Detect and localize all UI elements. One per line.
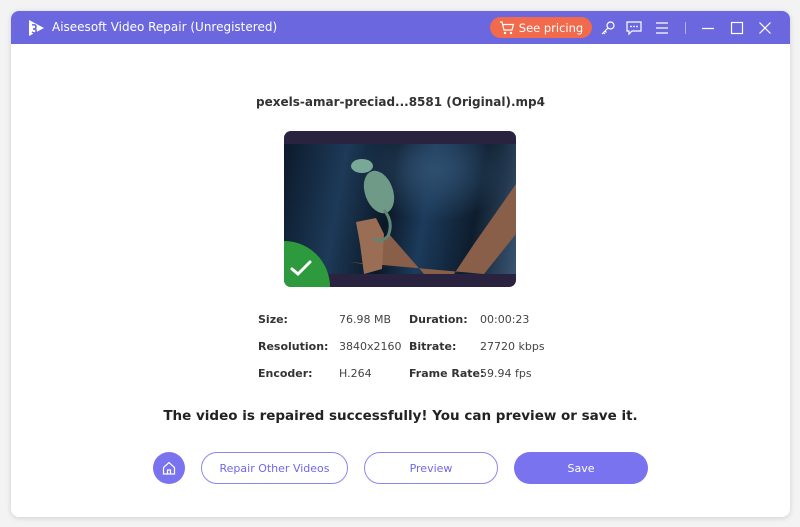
cart-icon (499, 20, 515, 34)
repair-other-videos-button[interactable]: Repair Other Videos (201, 452, 348, 484)
info-value: 00:00:23 (480, 313, 530, 326)
video-frame (284, 144, 516, 274)
app-window: Aiseesoft Video Repair (Unregistered) Se… (11, 11, 790, 517)
info-label: Frame Rate: (409, 367, 485, 380)
save-button[interactable]: Save (514, 452, 648, 484)
check-icon (290, 260, 312, 277)
close-icon[interactable] (756, 19, 774, 37)
preview-label: Preview (409, 461, 453, 475)
minimize-icon[interactable] (699, 19, 717, 37)
info-label: Duration: (409, 313, 468, 326)
info-value: H.264 (339, 367, 372, 380)
info-value: 76.98 MB (339, 313, 392, 326)
title-bar-separator (685, 22, 686, 34)
home-icon (162, 461, 176, 475)
info-value: 3840x2160 (339, 340, 402, 353)
info-label: Encoder: (258, 367, 313, 380)
save-label: Save (567, 461, 595, 475)
success-message: The video is repaired successfully! You … (163, 408, 638, 424)
preview-button[interactable]: Preview (364, 452, 498, 484)
info-label: Bitrate: (409, 340, 457, 353)
see-pricing-label: See pricing (518, 20, 584, 35)
chameleon-image (349, 159, 516, 274)
title-bar: Aiseesoft Video Repair (Unregistered) Se… (11, 11, 790, 44)
file-name: pexels-amar-preciad...8581 (Original).mp… (256, 95, 545, 109)
app-title: Aiseesoft Video Repair (Unregistered) (52, 20, 278, 34)
info-value: 27720 kbps (480, 340, 545, 353)
info-label: Resolution: (258, 340, 329, 353)
home-button[interactable] (153, 452, 185, 484)
info-value: 59.94 fps (480, 367, 532, 380)
repair-other-videos-label: Repair Other Videos (219, 461, 330, 475)
key-icon[interactable] (599, 19, 617, 37)
menu-icon[interactable] (653, 19, 671, 37)
video-thumbnail[interactable] (284, 131, 516, 287)
app-logo-icon (29, 20, 44, 36)
see-pricing-button[interactable]: See pricing (490, 17, 592, 38)
info-label: Size: (258, 313, 288, 326)
maximize-icon[interactable] (728, 19, 746, 37)
feedback-icon[interactable] (625, 19, 643, 37)
